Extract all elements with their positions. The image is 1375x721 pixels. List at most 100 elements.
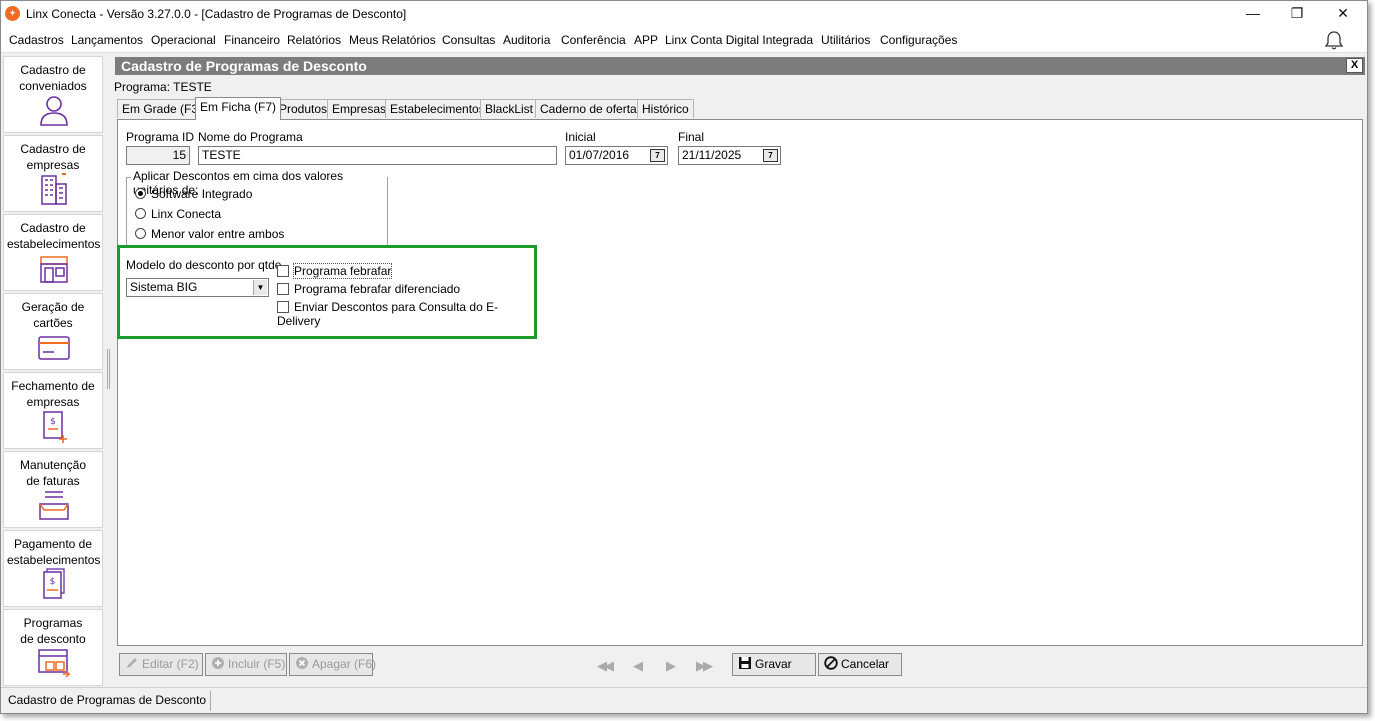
cancel-circle-icon bbox=[824, 656, 838, 670]
nav-first-icon[interactable]: ◀◀ bbox=[597, 658, 614, 674]
tab-produtos[interactable]: Produtos bbox=[274, 99, 333, 118]
edit-label: Editar (F2) bbox=[142, 657, 199, 671]
form-panel: Programa ID 15 Nome do Programa TESTE In… bbox=[117, 119, 1363, 646]
menu-app[interactable]: APP bbox=[634, 33, 658, 47]
sidebar-splitter[interactable] bbox=[107, 349, 110, 389]
sidebar-item-estabelecimentos[interactable]: Cadastro de estabelecimentos bbox=[3, 214, 103, 291]
menu-auditoria[interactable]: Auditoria bbox=[503, 33, 550, 47]
sidebar-label-line1: Cadastro de bbox=[20, 63, 86, 77]
discount-program-icon bbox=[38, 649, 71, 678]
sidebar-label-line2: cartões bbox=[33, 316, 73, 330]
cancel-label: Cancelar bbox=[841, 657, 890, 671]
checkbox-febrafar[interactable]: Programa febrafar bbox=[277, 263, 393, 279]
tab-historico[interactable]: Histórico bbox=[637, 99, 694, 118]
program-caption: Programa: TESTE bbox=[114, 80, 212, 94]
sidebar-item-conveniados[interactable]: Cadastro de conveniados bbox=[3, 56, 103, 133]
close-button[interactable]: ✕ bbox=[1320, 1, 1366, 27]
minimize-button[interactable]: — bbox=[1230, 1, 1276, 27]
sidebar-item-cartoes[interactable]: Geração de cartões bbox=[3, 293, 103, 370]
edit-button[interactable]: Editar (F2) bbox=[119, 653, 203, 676]
sidebar-item-empresas[interactable]: Cadastro de empresas bbox=[3, 135, 103, 212]
bell-icon[interactable] bbox=[1323, 29, 1345, 51]
discount-source-group: Aplicar Descontos em cima dos valores un… bbox=[126, 169, 388, 247]
radio-selected-icon bbox=[135, 188, 146, 199]
sidebar-label-line1: Manutenção bbox=[19, 458, 87, 472]
program-name-input[interactable]: TESTE bbox=[198, 146, 557, 165]
delete-button[interactable]: Apagar (F6) bbox=[289, 653, 376, 676]
sidebar-label-line1: Fechamento de bbox=[11, 379, 95, 393]
sidebar-label-line1: Pagamento de bbox=[13, 537, 93, 551]
menu-configuracoes[interactable]: Configurações bbox=[880, 33, 957, 47]
sidebar-item-faturas[interactable]: Manutenção de faturas bbox=[3, 451, 103, 528]
radio-linx-conecta[interactable]: Linx Conecta bbox=[135, 207, 221, 221]
menu-cadastros[interactable]: Cadastros bbox=[9, 33, 64, 47]
sidebar-label-line2: estabelecimentos bbox=[7, 237, 101, 251]
svg-text:$: $ bbox=[50, 417, 56, 427]
form-title: Cadastro de Programas de Desconto bbox=[121, 58, 367, 74]
end-date-input[interactable]: 21/11/2025 7 bbox=[678, 146, 781, 165]
sidebar-label-line2: empresas bbox=[26, 395, 80, 409]
checkbox-edelivery[interactable]: Enviar Descontos para Consulta do E-Deli… bbox=[277, 300, 534, 328]
status-text: Cadastro de Programas de Desconto bbox=[4, 691, 212, 711]
radio-empty-icon bbox=[135, 208, 146, 219]
restore-button[interactable]: ❐ bbox=[1274, 1, 1320, 27]
checkbox-febrafar-diferenciado[interactable]: Programa febrafar diferenciado bbox=[277, 282, 460, 296]
tab-blacklist[interactable]: BlackList bbox=[480, 99, 539, 118]
menu-linx-conta-digital[interactable]: Linx Conta Digital Integrada bbox=[665, 33, 813, 47]
sidebar-item-fechamento[interactable]: Fechamento de empresas $ bbox=[3, 372, 103, 449]
discount-model-value: Sistema BIG bbox=[130, 280, 198, 294]
calendar-icon[interactable]: 7 bbox=[650, 149, 665, 162]
menu-financeiro[interactable]: Financeiro bbox=[224, 33, 280, 47]
checkbox-label: Programa febrafar diferenciado bbox=[294, 282, 461, 296]
save-button[interactable]: Gravar bbox=[732, 653, 816, 676]
sidebar-label-line1: Programas bbox=[23, 616, 83, 630]
sidebar-label-line2: empresas bbox=[26, 158, 80, 172]
payment-doc-icon: $ bbox=[43, 568, 65, 599]
discount-model-label: Modelo do desconto por qtde bbox=[126, 258, 282, 272]
menu-bar: Cadastros Lançamentos Operacional Financ… bbox=[1, 27, 1367, 53]
menu-consultas[interactable]: Consultas bbox=[442, 33, 495, 47]
menu-utilitarios[interactable]: Utilitários bbox=[821, 33, 870, 47]
menu-conferencia[interactable]: Conferência bbox=[561, 33, 626, 47]
tab-caderno-ofertas[interactable]: Caderno de ofertas bbox=[535, 99, 648, 118]
form-close-button[interactable]: X bbox=[1346, 58, 1363, 73]
highlight-box: Modelo do desconto por qtde Sistema BIG … bbox=[117, 245, 537, 339]
sidebar-item-pagamento[interactable]: Pagamento de estabelecimentos $ bbox=[3, 530, 103, 607]
discount-model-select[interactable]: Sistema BIG ▼ bbox=[126, 278, 269, 297]
menu-operacional[interactable]: Operacional bbox=[151, 33, 216, 47]
include-label: Incluir (F5) bbox=[228, 657, 286, 671]
radio-software-integrado[interactable]: Software Integrado bbox=[135, 187, 252, 201]
window-title: Linx Conecta - Versão 3.27.0.0 - [Cadast… bbox=[26, 7, 407, 21]
calendar-icon[interactable]: 7 bbox=[763, 149, 778, 162]
start-date-label: Inicial bbox=[565, 130, 596, 144]
sidebar-label-line2: conveniados bbox=[19, 79, 87, 93]
menu-meus-relatorios[interactable]: Meus Relatórios bbox=[349, 33, 436, 47]
start-date-input[interactable]: 01/07/2016 7 bbox=[565, 146, 668, 165]
chevron-down-icon[interactable]: ▼ bbox=[253, 280, 267, 295]
program-id-label: Programa ID bbox=[126, 130, 195, 144]
sidebar-label-line2: de desconto bbox=[20, 632, 86, 646]
tab-estabelecimentos[interactable]: Estabelecimentos bbox=[385, 99, 490, 118]
svg-text:$: $ bbox=[50, 577, 56, 587]
tab-em-ficha[interactable]: Em Ficha (F7) bbox=[195, 97, 282, 120]
start-date-value: 01/07/2016 bbox=[569, 148, 630, 162]
floppy-disk-icon bbox=[739, 657, 751, 669]
checkbox-label: Programa febrafar bbox=[292, 263, 393, 279]
program-id-field: 15 bbox=[126, 146, 190, 165]
menu-lancamentos[interactable]: Lançamentos bbox=[71, 33, 143, 47]
nav-last-icon[interactable]: ▶▶ bbox=[696, 658, 713, 674]
sidebar-item-programas[interactable]: Programas de desconto bbox=[3, 609, 103, 686]
save-label: Gravar bbox=[755, 657, 792, 671]
end-date-label: Final bbox=[678, 130, 705, 144]
nav-prev-icon[interactable]: ◀ bbox=[633, 658, 643, 674]
sidebar-label-line2: de faturas bbox=[26, 474, 80, 488]
cancel-button[interactable]: Cancelar bbox=[818, 653, 902, 676]
tab-empresas[interactable]: Empresas bbox=[327, 99, 392, 118]
menu-relatorios[interactable]: Relatórios bbox=[287, 33, 341, 47]
include-button[interactable]: Incluir (F5) bbox=[205, 653, 287, 676]
radio-menor-valor[interactable]: Menor valor entre ambos bbox=[135, 227, 284, 241]
tab-em-grade[interactable]: Em Grade (F3) bbox=[117, 99, 208, 118]
inbox-icon bbox=[39, 491, 69, 520]
nav-next-icon[interactable]: ▶ bbox=[666, 658, 676, 674]
form-header: Cadastro de Programas de Desconto X bbox=[115, 57, 1365, 75]
